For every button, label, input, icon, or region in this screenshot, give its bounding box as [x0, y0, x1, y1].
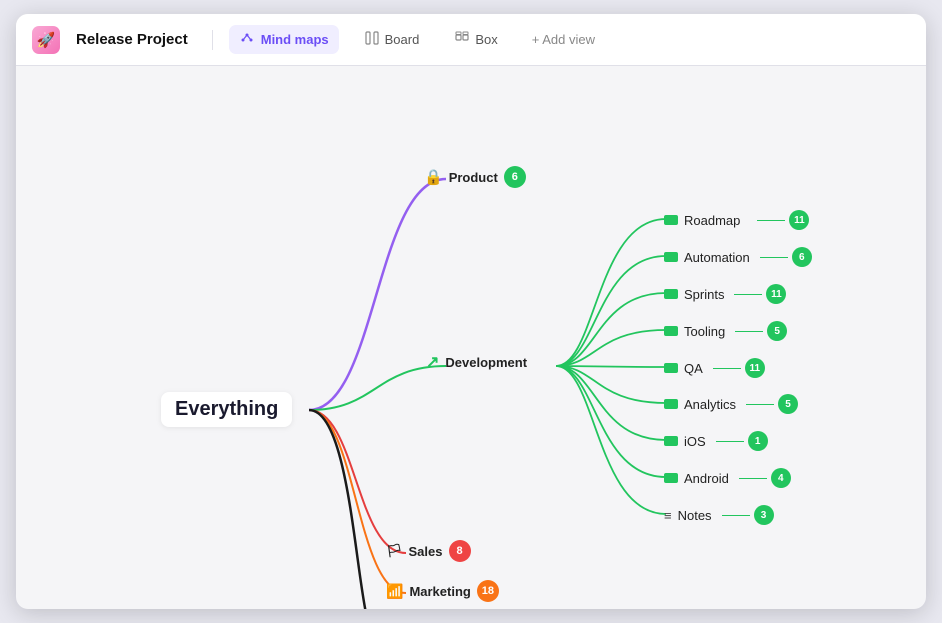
mindmaps-icon [239, 30, 255, 49]
roadmap-icon [664, 215, 678, 225]
android-label: Android [684, 471, 729, 486]
ios-label: iOS [684, 434, 706, 449]
automation-label: Automation [684, 250, 750, 265]
sprints-icon [664, 289, 678, 299]
root-label: Everything [175, 398, 278, 421]
android-icon [664, 473, 678, 483]
notes-label: Notes [678, 508, 712, 523]
sales-label: Sales [409, 544, 443, 559]
leaf-notes[interactable]: ≡ Notes 3 [664, 505, 774, 525]
board-label: Board [385, 32, 420, 47]
box-label: Box [475, 32, 497, 47]
board-icon [365, 31, 379, 48]
analytics-badge: 5 [778, 394, 798, 414]
automation-icon [664, 252, 678, 262]
nav-item-mindmaps[interactable]: Mind maps [229, 25, 339, 54]
marketing-badge: 18 [477, 580, 499, 602]
sales-node[interactable]: 🏳 Sales 8 [386, 540, 471, 562]
box-icon [455, 31, 469, 48]
product-badge: 6 [504, 166, 526, 188]
leaf-tooling[interactable]: Tooling 5 [664, 321, 787, 341]
nav-item-box[interactable]: Box [445, 26, 507, 53]
marketing-label: Marketing [409, 584, 470, 599]
tooling-label: Tooling [684, 324, 725, 339]
marketing-node[interactable]: 📶 Marketing 18 [386, 580, 499, 602]
nav-item-board[interactable]: Board [355, 26, 430, 53]
qa-badge: 11 [745, 358, 765, 378]
tooling-badge: 5 [767, 321, 787, 341]
development-icon: ↗ [426, 352, 439, 372]
project-title: Release Project [76, 31, 188, 48]
leaf-roadmap[interactable]: Roadmap 11 [664, 210, 809, 230]
roadmap-badge: 11 [789, 210, 809, 230]
mindmap-canvas: Everything 🔒 Product 6 ↗ Development 🏳 S… [16, 66, 926, 609]
notes-list-icon: ≡ [664, 508, 672, 523]
leaf-qa[interactable]: QA 11 [664, 358, 765, 378]
ios-icon [664, 436, 678, 446]
android-badge: 4 [771, 468, 791, 488]
analytics-icon [664, 399, 678, 409]
roadmap-label: Roadmap [684, 213, 740, 228]
product-icon: 🔒 [424, 168, 443, 186]
qa-label: QA [684, 361, 703, 376]
ios-badge: 1 [748, 431, 768, 451]
mindmap-svg [16, 66, 926, 609]
add-view-button[interactable]: + Add view [524, 27, 603, 52]
sprints-badge: 11 [766, 284, 786, 304]
leaf-ios[interactable]: iOS 1 [664, 431, 768, 451]
automation-badge: 6 [792, 247, 812, 267]
analytics-label: Analytics [684, 397, 736, 412]
leaf-sprints[interactable]: Sprints 11 [664, 284, 786, 304]
product-node[interactable]: 🔒 Product 6 [424, 166, 526, 188]
marketing-icon: 📶 [386, 583, 403, 600]
project-icon: 🚀 [32, 26, 60, 54]
qa-icon [664, 363, 678, 373]
development-label: Development [445, 355, 527, 370]
sales-badge: 8 [449, 540, 471, 562]
add-view-label: + Add view [532, 32, 595, 47]
leaf-automation[interactable]: Automation 6 [664, 247, 812, 267]
product-label: Product [449, 170, 498, 185]
notes-badge: 3 [754, 505, 774, 525]
titlebar: 🚀 Release Project Mind maps [16, 14, 926, 66]
leaf-android[interactable]: Android 4 [664, 468, 791, 488]
tooling-icon [664, 326, 678, 336]
nav-divider [212, 30, 213, 50]
development-node[interactable]: ↗ Development [426, 352, 527, 372]
root-node[interactable]: Everything [161, 392, 292, 427]
mindmaps-label: Mind maps [261, 32, 329, 47]
leaf-analytics[interactable]: Analytics 5 [664, 394, 798, 414]
sprints-label: Sprints [684, 287, 724, 302]
app-window: 🚀 Release Project Mind maps [16, 14, 926, 609]
sales-icon: 🏳 [386, 543, 403, 559]
